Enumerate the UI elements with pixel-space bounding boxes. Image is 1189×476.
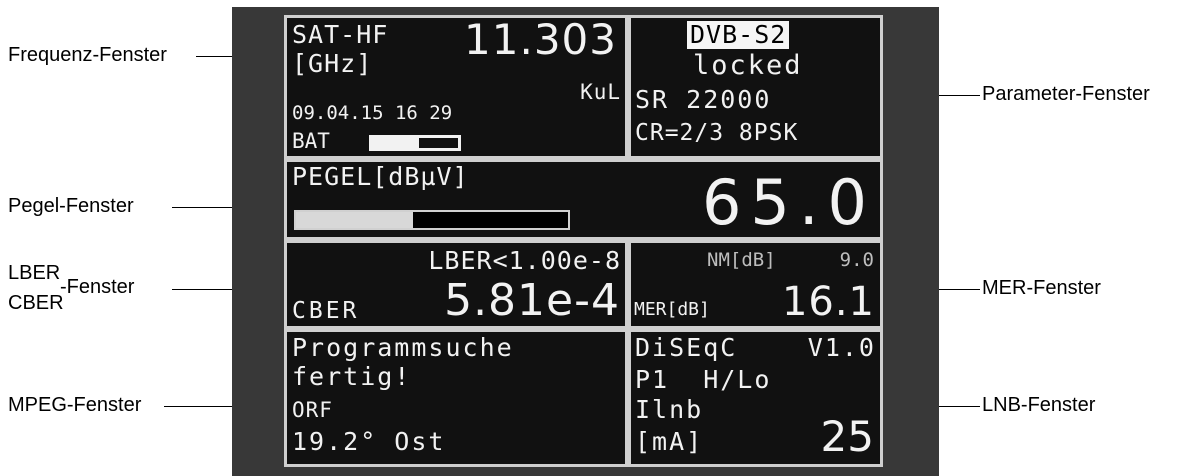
mpeg-line-2: fertig! — [292, 362, 412, 391]
level-label: PEGEL[dBµV] — [292, 162, 469, 191]
label-frequency-window: Frequenz-Fenster — [8, 44, 167, 66]
mpeg-line-4: 19.2° Ost — [292, 427, 446, 456]
diseqc-text: DiSEqC — [635, 333, 738, 362]
level-bar — [294, 210, 570, 230]
label-mpeg-window: MPEG-Fenster — [8, 394, 142, 416]
diseqc-version: V1.0 — [807, 333, 876, 362]
cber-label: CBER — [292, 298, 360, 324]
lnb-current-value: 25 — [820, 412, 874, 461]
level-value: 65.0 — [701, 166, 876, 239]
lnb-current-label: Ilnb — [635, 395, 704, 424]
mer-value: 16.1 — [781, 279, 875, 325]
label-parameter-window: Parameter-Fenster — [982, 83, 1150, 105]
level-bar-fill — [296, 212, 413, 228]
label-lber: LBER — [8, 262, 61, 284]
mpeg-line-3: ORF — [292, 398, 333, 422]
cber-value: 5.81e-4 — [444, 275, 620, 326]
meter-screen: SAT-HF [GHz] 11.303 KuL 09.04.15 16 29 B… — [232, 7, 939, 476]
frequency-window: SAT-HF [GHz] 11.303 KuL 09.04.15 16 29 B… — [284, 15, 628, 159]
battery-label: BAT — [292, 129, 330, 153]
frequency-value: 11.303 — [464, 15, 617, 64]
ber-window: LBER<1.00e-8 CBER 5.81e-4 — [284, 240, 628, 329]
label-lnb-window: LNB-Fenster — [982, 394, 1096, 416]
battery-fill — [372, 138, 420, 148]
mpeg-line-1: Programmsuche — [292, 333, 514, 362]
mer-label: MER[dB] — [634, 299, 710, 320]
label-cber: CBER — [8, 292, 64, 314]
label-mer-window: MER-Fenster — [982, 277, 1101, 299]
nm-label: NM[dB] — [707, 249, 776, 271]
sub-band-text: KuL — [580, 80, 621, 104]
symbol-rate: SR 22000 — [635, 85, 772, 114]
label-level-window: Pegel-Fenster — [8, 195, 134, 217]
lber-text: LBER<1.00e-8 — [428, 246, 621, 275]
datetime-text: 09.04.15 16 29 — [292, 102, 453, 124]
label-ber-suffix: -Fenster — [60, 276, 135, 298]
lnb-current-unit: [mA] — [635, 427, 704, 456]
standard-badge: DVB-S2 — [687, 21, 790, 49]
lnb-window: DiSEqC V1.0 P1 H/Lo Ilnb [mA] 25 — [628, 329, 883, 467]
nm-value: 9.0 — [839, 249, 874, 271]
level-window: PEGEL[dBµV] 65.0 — [284, 159, 883, 240]
band-text: SAT-HF — [292, 20, 389, 49]
port-text: P1 H/Lo — [635, 365, 772, 394]
mer-window: NM[dB] 9.0 MER[dB] 16.1 — [628, 240, 883, 329]
battery-bar — [369, 135, 461, 151]
parameter-window: DVB-S2 locked SR 22000 CR=2/3 8PSK — [628, 15, 883, 159]
code-rate: CR=2/3 8PSK — [635, 120, 799, 146]
lock-status: locked — [693, 50, 803, 81]
unit-text: [GHz] — [292, 49, 373, 78]
mpeg-window: Programmsuche fertig! ORF 19.2° Ost — [284, 329, 628, 467]
